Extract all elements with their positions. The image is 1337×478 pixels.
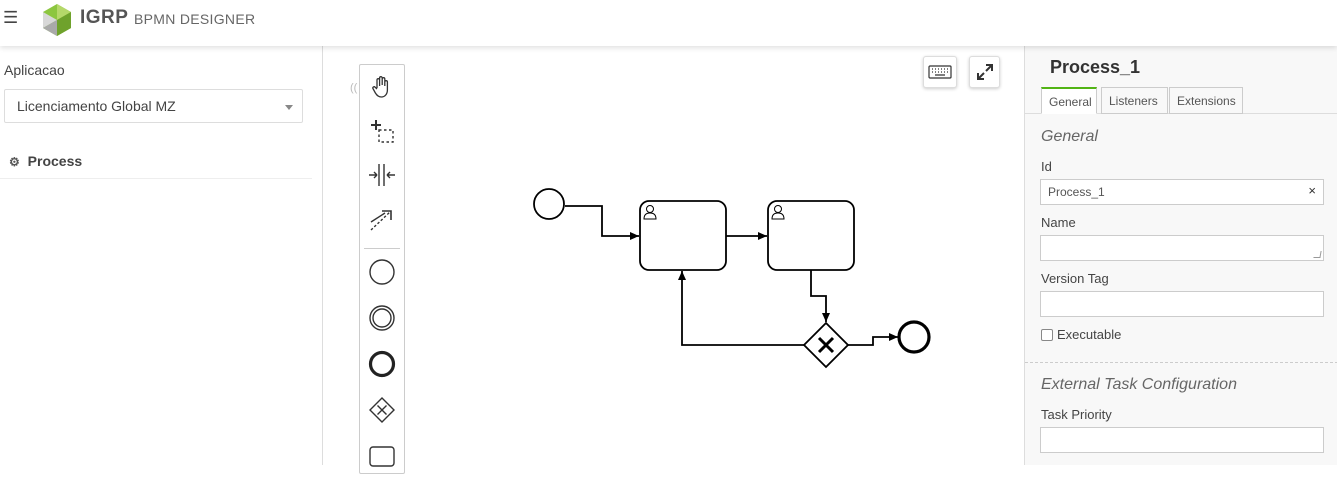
fullscreen-button[interactable] [969, 56, 1000, 88]
start-event-tool-button[interactable] [360, 250, 404, 294]
canvas-side-marker: (( [350, 82, 358, 94]
sequence-flow[interactable] [848, 333, 898, 346]
name-label: Name [1041, 215, 1076, 230]
connect-icon [370, 210, 392, 231]
user-icon [643, 205, 657, 220]
tab-extensions[interactable]: Extensions [1169, 87, 1243, 114]
sequence-flow[interactable] [565, 205, 639, 240]
gear-icon: ⚙ [9, 155, 20, 169]
id-input[interactable]: Process_1 × [1040, 179, 1324, 205]
hand-icon [372, 76, 389, 98]
user-task[interactable] [767, 200, 855, 271]
chevron-down-icon [285, 105, 293, 110]
space-tool-icon [369, 164, 395, 186]
tab-general[interactable]: General [1041, 87, 1097, 114]
bpmn-canvas[interactable]: (( [324, 46, 1024, 474]
bpmn-diagram [533, 188, 931, 369]
application-select[interactable]: Licenciamento Global MZ [4, 89, 303, 123]
gateway-tool-button[interactable] [360, 388, 404, 432]
start-event-icon [369, 259, 395, 285]
resize-handle-icon[interactable] [1313, 251, 1322, 258]
global-connect-tool-button[interactable] [360, 197, 404, 241]
palette-separator [364, 248, 400, 249]
hand-tool-button[interactable] [360, 65, 404, 109]
version-tag-label: Version Tag [1041, 271, 1109, 286]
top-bar: ☰ IGRP BPMN DESIGNER [0, 0, 1337, 46]
sequence-flow[interactable] [678, 271, 804, 346]
gateway-x-icon [817, 336, 835, 354]
process-item[interactable]: ⚙ Process [0, 146, 312, 179]
intermediate-event-icon [369, 305, 395, 331]
keyboard-shortcuts-button[interactable] [923, 56, 957, 88]
expand-icon [976, 64, 993, 80]
app-subtitle: BPMN DESIGNER [134, 11, 256, 27]
exclusive-gateway[interactable] [802, 321, 850, 369]
name-textarea[interactable] [1040, 235, 1324, 261]
application-label: Aplicacao [4, 62, 65, 78]
gateway-icon [369, 397, 395, 423]
end-event-icon [368, 350, 396, 378]
left-sidebar: Aplicacao Licenciamento Global MZ ⚙ Proc… [0, 46, 323, 465]
task-tool-button[interactable] [360, 434, 404, 478]
task-priority-label: Task Priority [1041, 407, 1112, 422]
sequence-flow[interactable] [810, 270, 830, 322]
properties-panel: Process_1 General Listeners Extensions G… [1024, 46, 1337, 465]
intermediate-event-tool-button[interactable] [360, 296, 404, 340]
executable-row: Executable [1041, 327, 1121, 342]
start-event[interactable] [533, 188, 565, 220]
executable-checkbox[interactable] [1041, 328, 1053, 341]
space-tool-button[interactable] [360, 153, 404, 197]
lasso-tool-button[interactable] [360, 109, 404, 153]
external-task-group-title: External Task Configuration [1041, 376, 1237, 393]
clear-icon[interactable]: × [1308, 183, 1316, 198]
brand-name: IGRP [80, 7, 129, 28]
group-divider [1025, 362, 1337, 363]
lasso-icon [371, 120, 394, 143]
process-item-label: Process [27, 153, 83, 169]
tool-palette [359, 64, 405, 474]
id-label: Id [1041, 159, 1052, 174]
end-event[interactable] [897, 320, 931, 354]
menu-icon[interactable]: ☰ [3, 9, 18, 27]
end-event-tool-button[interactable] [360, 342, 404, 386]
task-icon [369, 446, 395, 467]
properties-title: Process_1 [1050, 57, 1141, 77]
executable-label: Executable [1057, 327, 1122, 342]
task-priority-input[interactable] [1040, 427, 1324, 453]
tab-listeners[interactable]: Listeners [1101, 87, 1168, 114]
user-icon [771, 205, 785, 220]
keyboard-icon [928, 65, 952, 79]
igrp-logo [43, 4, 71, 36]
user-task[interactable] [639, 200, 727, 271]
general-group-title: General [1041, 128, 1098, 145]
id-input-value: Process_1 [1048, 185, 1105, 199]
version-tag-input[interactable] [1040, 291, 1324, 317]
application-select-value: Licenciamento Global MZ [17, 98, 176, 114]
